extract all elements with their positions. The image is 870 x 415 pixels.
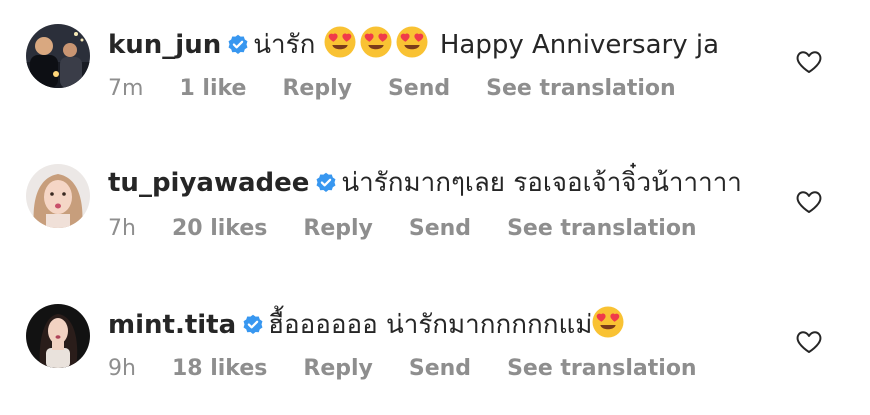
comment-text: ฮื้ออออออ น่ารักมากกกกกแม่ — [268, 310, 593, 340]
profile-photo-icon — [26, 24, 90, 88]
comment-meta: 7h 20 likes Reply Send See translation — [108, 215, 726, 243]
heart-eyes-emoji-icon — [592, 306, 625, 347]
send-button[interactable]: Send — [409, 216, 471, 241]
timestamp: 7h — [108, 216, 136, 241]
avatar[interactable] — [26, 304, 90, 368]
comment-text-line: kun_jun น่ารัก Happy Anniversary ja — [108, 26, 719, 67]
timestamp: 9h — [108, 356, 136, 381]
comment-text-line: tu_piyawadee น่ารักมากๆเลย รอเจอเจ้าจิ๋วน… — [108, 166, 742, 203]
avatar[interactable] — [26, 164, 90, 228]
username[interactable]: mint.tita — [108, 310, 236, 340]
verified-badge-icon — [315, 169, 337, 203]
comment-text: น่ารักมากๆเลย รอเจอเจ้าจิ๋วน้าาาาา — [341, 168, 742, 198]
comment-text: น่ารัก — [253, 30, 316, 60]
username[interactable]: tu_piyawadee — [108, 168, 309, 198]
heart-eyes-emoji-icon — [395, 26, 428, 67]
comment-meta: 9h 18 likes Reply Send See translation — [108, 355, 726, 383]
heart-icon[interactable] — [796, 330, 822, 354]
reply-button[interactable]: Reply — [303, 356, 373, 381]
heart-icon[interactable] — [796, 50, 822, 74]
send-button[interactable]: Send — [409, 356, 471, 381]
likes-count[interactable]: 1 like — [179, 76, 246, 101]
avatar[interactable] — [26, 24, 90, 88]
send-button[interactable]: Send — [388, 76, 450, 101]
timestamp: 7m — [108, 76, 144, 101]
verified-badge-icon — [227, 31, 249, 65]
username[interactable]: kun_jun — [108, 30, 221, 60]
reply-button[interactable]: Reply — [303, 216, 373, 241]
heart-eyes-emoji-icon — [323, 26, 356, 67]
reply-button[interactable]: Reply — [282, 76, 352, 101]
verified-badge-icon — [242, 311, 264, 345]
comment-meta: 7m 1 like Reply Send See translation — [108, 75, 705, 103]
heart-eyes-emoji-icon — [359, 26, 392, 67]
comment: kun_jun น่ารัก Happy Anniversary ja 7m 1 … — [0, 24, 870, 134]
see-translation-button[interactable]: See translation — [507, 356, 697, 381]
comment: mint.tita ฮื้ออออออ น่ารักมากกกกกแม่ 9h 1… — [0, 304, 870, 414]
profile-photo-icon — [26, 304, 90, 368]
profile-photo-icon — [26, 164, 90, 228]
likes-count[interactable]: 20 likes — [172, 216, 267, 241]
comment: tu_piyawadee น่ารักมากๆเลย รอเจอเจ้าจิ๋วน… — [0, 164, 870, 274]
see-translation-button[interactable]: See translation — [507, 216, 697, 241]
likes-count[interactable]: 18 likes — [172, 356, 267, 381]
comment-text-suffix: Happy Anniversary ja — [439, 30, 720, 60]
comment-text-line: mint.tita ฮื้ออออออ น่ารักมากกกกกแม่ — [108, 306, 628, 347]
see-translation-button[interactable]: See translation — [486, 76, 676, 101]
heart-icon[interactable] — [796, 190, 822, 214]
